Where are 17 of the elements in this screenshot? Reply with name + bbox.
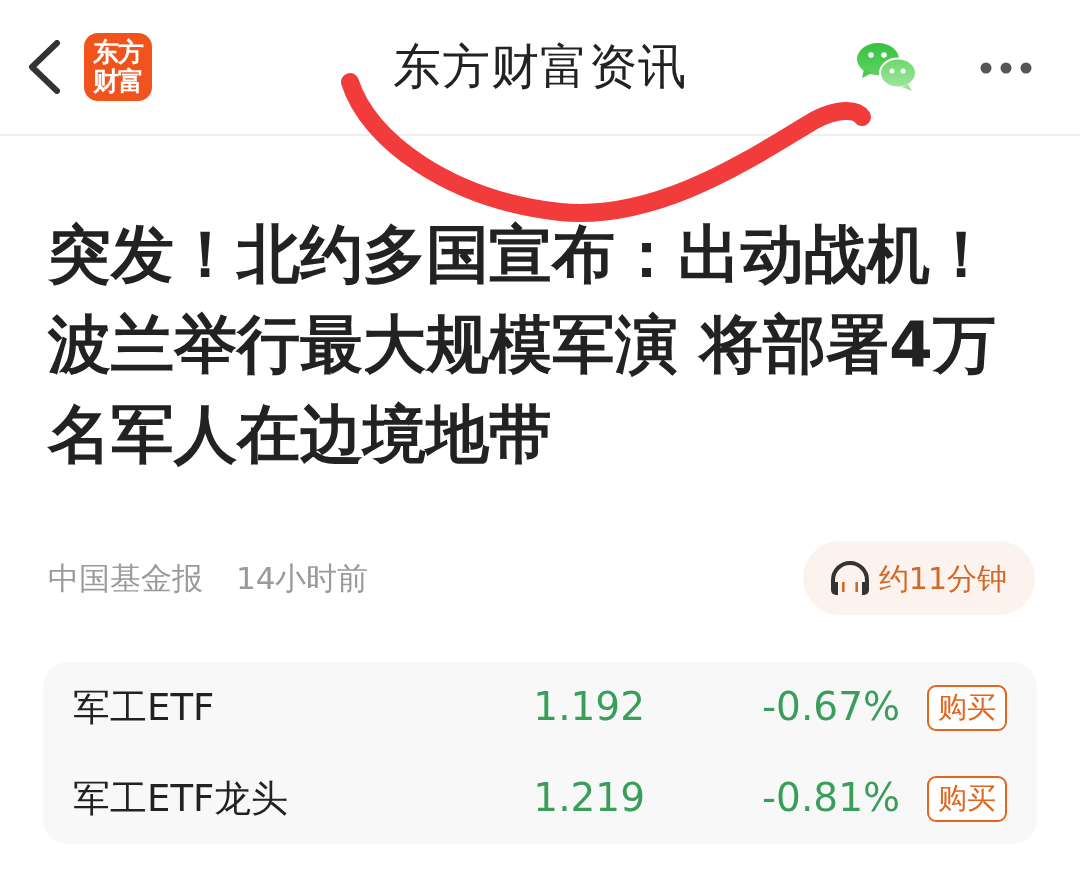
fund-change: -0.67%: [761, 683, 900, 732]
more-icon: [980, 61, 1032, 74]
page-title: 东方财富资讯: [393, 38, 687, 96]
article-headline: 突发！北约多国宣布：出动战机！波兰举行最大规模军演 将部署4万名军人在边境地带: [48, 217, 997, 473]
listen-button[interactable]: 约11分钟: [802, 541, 1035, 615]
fund-price: 1.219: [532, 774, 645, 823]
fund-change: -0.81%: [761, 774, 900, 823]
headphones-icon: [828, 560, 871, 596]
fund-name: 军工ETF: [73, 684, 216, 731]
buy-button[interactable]: 购买: [927, 684, 1007, 731]
chat-bubbles-icon: [856, 42, 918, 92]
fund-name: 军工ETF龙头: [73, 775, 290, 822]
fund-price: 1.192: [532, 683, 645, 732]
article-source: 中国基金报: [48, 558, 203, 598]
buy-button[interactable]: 购买: [927, 775, 1007, 822]
app-logo: 东方 财富: [84, 33, 152, 101]
publish-time: 14小时前: [236, 558, 369, 598]
